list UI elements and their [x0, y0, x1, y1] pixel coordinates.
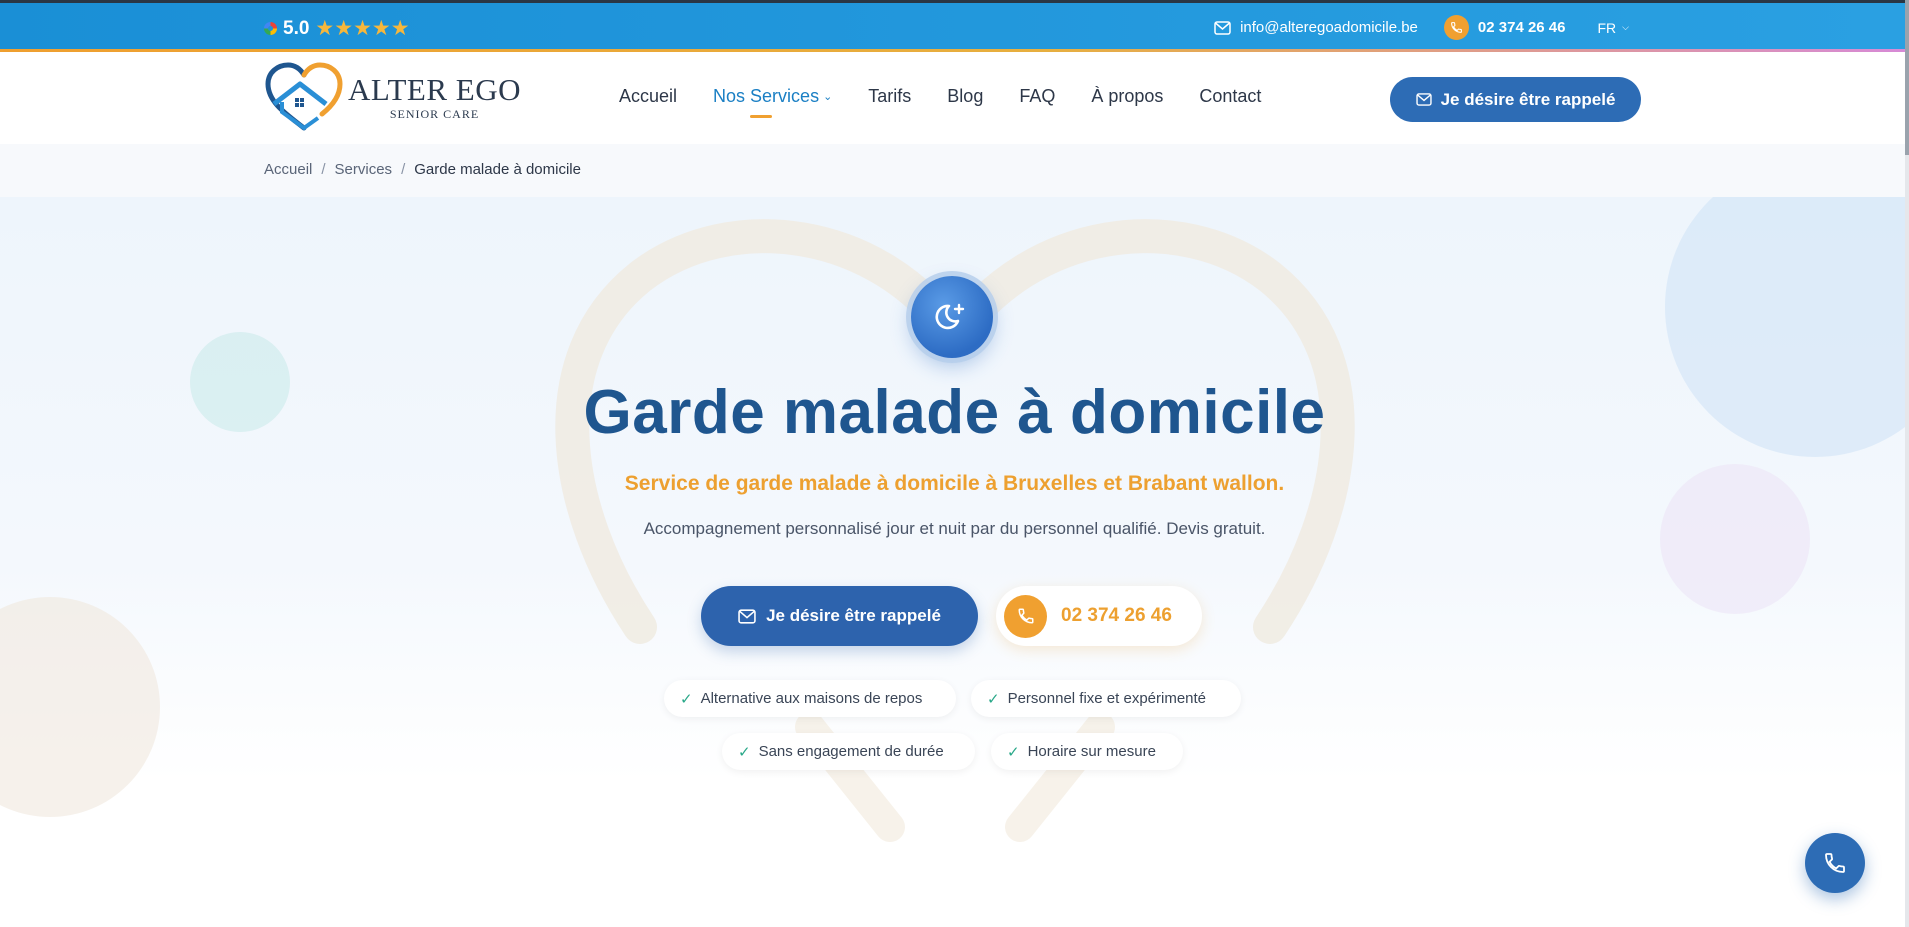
- hero-phone-number: 02 374 26 46: [1061, 605, 1172, 626]
- breadcrumb-separator: /: [321, 161, 326, 178]
- logo-heart-house-icon: [265, 62, 343, 131]
- nav-item-tarifs[interactable]: Tarifs: [868, 86, 911, 107]
- feature-chip-label: Horaire sur mesure: [1027, 743, 1156, 760]
- mail-icon: [738, 608, 756, 624]
- check-icon: ✓: [987, 690, 1000, 708]
- feature-chip: ✓ Sans engagement de durée: [722, 733, 975, 770]
- top-phone-link[interactable]: 02 374 26 46: [1443, 15, 1566, 40]
- check-icon: ✓: [680, 690, 693, 708]
- main-nav: Accueil Nos Services ⌄ Tarifs Blog FAQ À …: [619, 86, 1261, 118]
- mail-icon: [1214, 20, 1231, 35]
- phone-icon: [1443, 15, 1469, 40]
- top-email-link[interactable]: info@alteregoadomicile.be: [1214, 19, 1418, 36]
- header-callback-label: Je désire être rappelé: [1440, 89, 1616, 109]
- feature-chip-label: Sans engagement de durée: [758, 743, 944, 760]
- feature-chip: ✓ Horaire sur mesure: [991, 733, 1183, 770]
- hero-phone-button[interactable]: 02 374 26 46: [996, 586, 1202, 646]
- feature-chip: ✓ Personnel fixe et expérimenté: [971, 680, 1241, 717]
- check-icon: ✓: [1007, 743, 1020, 761]
- moon-star-icon: [911, 276, 993, 358]
- breadcrumb: Accueil / Services / Garde malade à domi…: [264, 161, 581, 178]
- nav-item-blog[interactable]: Blog: [947, 86, 983, 107]
- top-phone-text: 02 374 26 46: [1477, 19, 1566, 36]
- language-selector[interactable]: FR ⌵: [1598, 20, 1630, 36]
- chevron-down-icon: ⌵: [1622, 22, 1629, 32]
- phone-icon: [1825, 853, 1845, 873]
- nav-item-contact[interactable]: Contact: [1199, 86, 1261, 107]
- page-title: Garde malade à domicile: [583, 378, 1326, 447]
- feature-chip: ✓ Alternative aux maisons de repos: [664, 680, 956, 717]
- hero-subtitle: Service de garde malade à domicile à Bru…: [624, 472, 1285, 495]
- nav-item-a-propos[interactable]: À propos: [1091, 86, 1163, 107]
- nav-item-label: Nos Services: [713, 86, 820, 106]
- hero-callback-label: Je désire être rappelé: [766, 606, 941, 625]
- hero-callback-button[interactable]: Je désire être rappelé: [701, 586, 978, 646]
- nav-item-nos-services[interactable]: Nos Services ⌄: [713, 86, 833, 118]
- rating-value: 5.0: [283, 17, 310, 39]
- chevron-down-icon: ⌄: [823, 91, 833, 103]
- mail-icon: [1415, 93, 1432, 106]
- google-rating[interactable]: 5.0 ★★★★★: [264, 16, 410, 41]
- logo-tagline: SENIOR CARE: [389, 106, 480, 121]
- site-header: ALTER EGO SENIOR CARE Accueil Nos Servic…: [0, 52, 1909, 144]
- feature-chip-label: Personnel fixe et expérimenté: [1007, 690, 1207, 707]
- google-icon: [264, 22, 277, 35]
- phone-icon: [1004, 594, 1047, 638]
- header-callback-button[interactable]: Je désire être rappelé: [1390, 77, 1641, 122]
- floating-call-button[interactable]: [1805, 833, 1865, 893]
- page-scrollbar-thumb[interactable]: [1905, 0, 1909, 155]
- feature-chip-label: Alternative aux maisons de repos: [700, 690, 923, 707]
- check-icon: ✓: [738, 743, 751, 761]
- top-contact: info@alteregoadomicile.be 02 374 26 46 F…: [1214, 15, 1629, 40]
- logo-name: ALTER EGO: [348, 71, 521, 107]
- hero-section: Garde malade à domicile Service de garde…: [0, 197, 1909, 927]
- breadcrumb-home[interactable]: Accueil: [264, 161, 312, 178]
- breadcrumb-current: Garde malade à domicile: [414, 161, 581, 178]
- rating-stars: ★★★★★: [315, 17, 410, 40]
- breadcrumb-separator: /: [401, 161, 406, 178]
- site-logo[interactable]: ALTER EGO SENIOR CARE: [264, 62, 524, 134]
- breadcrumb-bar: Accueil / Services / Garde malade à domi…: [0, 144, 1909, 197]
- nav-item-faq[interactable]: FAQ: [1019, 86, 1055, 107]
- decor-bubble: [0, 597, 160, 817]
- breadcrumb-services[interactable]: Services: [335, 161, 393, 178]
- nav-item-accueil[interactable]: Accueil: [619, 86, 677, 107]
- hero-description: Accompagnement personnalisé jour et nuit…: [643, 519, 1266, 538]
- top-email-text: info@alteregoadomicile.be: [1240, 19, 1418, 36]
- language-value: FR: [1597, 19, 1617, 36]
- top-bar: 5.0 ★★★★★ info@alteregoadomicile.be 02 3…: [0, 0, 1909, 52]
